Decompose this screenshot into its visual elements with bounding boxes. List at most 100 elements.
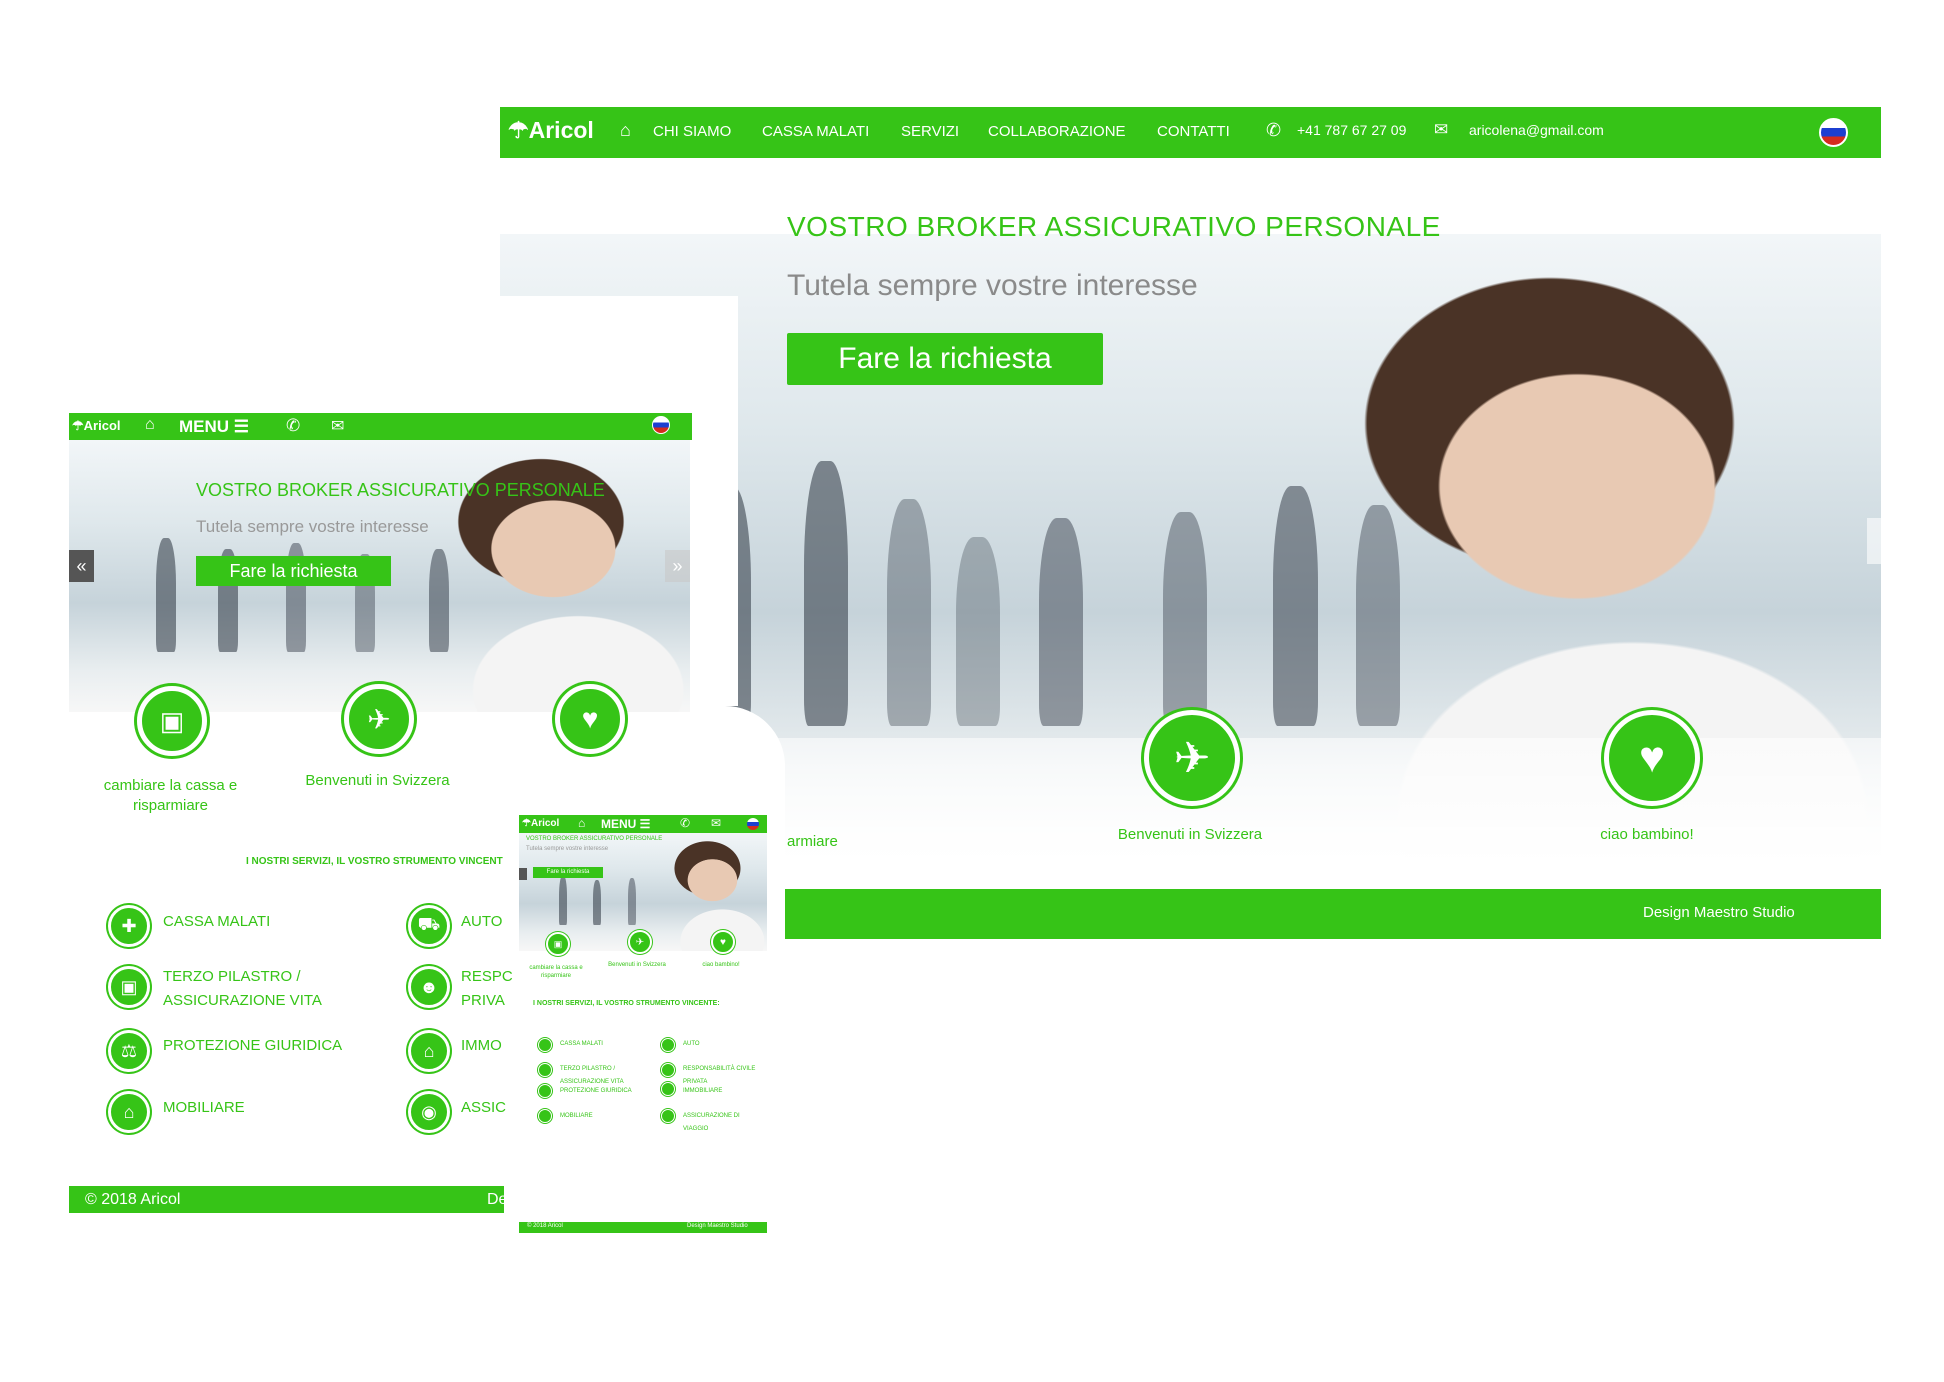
tablet-service-mobiliare[interactable]: MOBILIARE	[163, 1096, 245, 1120]
home-icon[interactable]: ⌂	[620, 120, 631, 141]
mobile-footer-credit[interactable]: Design Maestro Studio	[687, 1223, 748, 1229]
tablet-service-protezione[interactable]: PROTEZIONE GIURIDICA	[163, 1034, 342, 1058]
money-icon: ▣	[159, 705, 185, 736]
heart-icon: ♥	[1638, 733, 1666, 782]
mobile-service-responsabilita[interactable]: RESPONSABILITÀ CIVILE	[683, 1065, 755, 1074]
envelope-icon[interactable]: ✉	[711, 816, 721, 830]
envelope-icon[interactable]: ✉	[331, 416, 344, 436]
tablet-service-assic[interactable]: ASSIC	[461, 1096, 506, 1120]
russian-flag-icon[interactable]	[652, 416, 670, 434]
umbrella-icon: ☂	[72, 418, 84, 433]
mobile-feature-label-2: Benvenuti in Svizzera	[608, 962, 666, 968]
mobile-hero-subtitle: Tutela sempre vostre interesse	[526, 846, 609, 852]
tablet-service-cassa-malati[interactable]: CASSA MALATI	[163, 910, 270, 934]
scale-icon	[538, 1084, 552, 1098]
tablet-feature-label-2: Benvenuti in Svizzera	[305, 772, 450, 789]
tablet-feature-money: ▣	[137, 686, 207, 756]
hero-title: VOSTRO BROKER ASSICURATIVO PERSONALE	[787, 211, 1441, 242]
nav-item-servizi[interactable]: SERVIZI	[901, 123, 959, 140]
russian-flag-icon[interactable]	[1819, 118, 1848, 147]
tablet-feature-label-1: cambiare la cassa e risparmiare	[103, 777, 238, 814]
mobile-service-cassa[interactable]: CASSA MALATI	[560, 1040, 603, 1049]
brand-logo[interactable]: ☂Aricol	[508, 117, 594, 144]
phone-icon: ✆	[1266, 120, 1282, 140]
tablet-service-resp[interactable]: RESPC	[461, 965, 513, 989]
car-icon: ⛟	[408, 905, 450, 947]
mobile-feature-heart: ♥	[711, 930, 735, 954]
heart-icon: ♥	[581, 703, 599, 734]
mobile-brand[interactable]: ☂Aricol	[522, 818, 559, 829]
nav-item-cassa-malati[interactable]: CASSA MALATI	[762, 123, 869, 140]
umbrella-icon: ☂	[522, 818, 531, 829]
mobile-service-privata[interactable]: PRIVATA	[683, 1078, 707, 1087]
mobile-service-vita[interactable]: ASSICURAZIONE VITA	[560, 1078, 624, 1087]
tablet-service-auto[interactable]: AUTO	[461, 910, 502, 934]
money-icon: ▣	[108, 966, 150, 1008]
hero-cta-button[interactable]: Fare la richiesta	[787, 333, 1103, 385]
footer-credit[interactable]: Design Maestro Studio	[1643, 904, 1795, 921]
mobile-service-mobiliare[interactable]: MOBILIARE	[560, 1112, 593, 1121]
mobile-service-protezione[interactable]: PROTEZIONE GIURIDICA	[560, 1087, 632, 1096]
home-icon	[538, 1109, 552, 1123]
mobile-feature-money: ▣	[546, 932, 570, 956]
mobile-navbar: ☂Aricol ⌂ MENU ☰ ✆ ✉	[519, 815, 767, 833]
hero-subtitle: Tutela sempre vostre interesse	[787, 269, 1198, 302]
tablet-brand[interactable]: ☂Aricol	[72, 418, 121, 434]
mobile-service-immobiliare[interactable]: IMMOBILIARE	[683, 1087, 722, 1096]
money-icon	[538, 1063, 552, 1077]
tablet-footer-credit-partial[interactable]: De	[487, 1191, 507, 1209]
mobile-service-auto[interactable]: AUTO	[683, 1040, 700, 1049]
tablet-service-terzo-pilastro[interactable]: TERZO PILASTRO / ASSICURAZIONE VITA	[163, 965, 343, 1013]
chevron-right-icon[interactable]: »	[665, 550, 690, 582]
brand-name: Aricol	[528, 117, 594, 143]
desktop-navbar: ☂Aricol ⌂ CHI SIAMO CASSA MALATI SERVIZI…	[500, 107, 1881, 158]
tablet-hero-title: VOSTRO BROKER ASSICURATIVO PERSONALE	[196, 480, 605, 500]
nav-item-collaborazione[interactable]: COLLABORAZIONE	[988, 123, 1126, 140]
phone-icon[interactable]: ✆	[286, 416, 300, 436]
feature-label-partial: armiare	[787, 833, 838, 850]
umbrella-icon: ☂	[508, 117, 529, 143]
mobile-service-assicurazione[interactable]: ASSICURAZIONE DI	[683, 1112, 740, 1121]
mobile-mockup: ☂Aricol ⌂ MENU ☰ ✆ ✉ VOSTRO BROKER ASSIC…	[518, 812, 768, 1242]
mobile-hero-title: VOSTRO BROKER ASSICURATIVO PERSONALE	[526, 836, 663, 842]
mobile-service-terzo[interactable]: TERZO PILASTRO /	[560, 1065, 615, 1074]
mobile-menu-button[interactable]: MENU ☰	[601, 817, 650, 831]
medkit-icon: ✚	[108, 905, 150, 947]
home-icon: ⌂	[108, 1091, 150, 1133]
nav-phone[interactable]: +41 787 67 27 09	[1297, 122, 1406, 138]
nav-email[interactable]: aricolena@gmail.com	[1469, 122, 1604, 138]
tablet-services-title: I NOSTRI SERVIZI, IL VOSTRO STRUMENTO VI…	[246, 856, 503, 867]
tablet-service-immo[interactable]: IMMO	[461, 1034, 502, 1058]
phone-icon[interactable]: ✆	[680, 816, 690, 830]
users-icon: ☻	[408, 966, 450, 1008]
chevron-left-icon[interactable]	[519, 868, 527, 880]
camera-icon	[661, 1109, 675, 1123]
plane-icon: ✈	[635, 936, 645, 948]
tablet-cta-button[interactable]: Fare la richiesta	[196, 556, 391, 586]
tablet-footer: © 2018 Aricol De	[69, 1186, 507, 1213]
plane-icon: ✈	[1173, 733, 1211, 783]
mobile-cta-button[interactable]: Fare la richiesta	[533, 867, 603, 878]
slider-next-arrow[interactable]	[1867, 518, 1881, 564]
mobile-feature-label-3: ciao bambino!	[702, 962, 740, 968]
russian-flag-icon[interactable]	[747, 818, 759, 830]
tablet-service-priva[interactable]: PRIVA	[461, 989, 505, 1013]
mobile-copyright: © 2018 Aricol	[527, 1223, 563, 1229]
nav-item-contatti[interactable]: CONTATTI	[1157, 123, 1230, 140]
money-icon: ▣	[553, 938, 563, 949]
home-icon	[661, 1082, 675, 1096]
chevron-left-icon[interactable]: «	[69, 550, 94, 582]
mobile-services-title: I NOSTRI SERVIZI, IL VOSTRO STRUMENTO VI…	[533, 1000, 720, 1007]
plane-icon: ✈	[367, 703, 391, 735]
tablet-menu-button[interactable]: MENU ☰	[179, 417, 249, 437]
nav-item-chi-siamo[interactable]: CHI SIAMO	[653, 123, 731, 140]
camera-icon: ◉	[408, 1091, 450, 1133]
heart-icon: ♥	[720, 936, 726, 948]
tablet-feature-plane: ✈	[344, 684, 414, 754]
home-icon[interactable]: ⌂	[145, 416, 155, 434]
mobile-service-viaggio[interactable]: VIAGGIO	[683, 1125, 708, 1134]
scale-icon: ⚖	[108, 1030, 150, 1072]
feature-label-ciao: ciao bambino!	[1600, 826, 1694, 843]
tablet-copyright: © 2018 Aricol	[85, 1191, 181, 1208]
home-icon[interactable]: ⌂	[578, 816, 585, 830]
